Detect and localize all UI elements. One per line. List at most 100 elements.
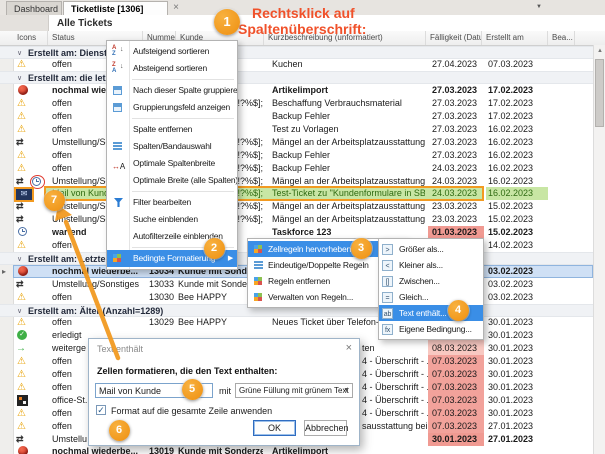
menu-item-gruppierungsfeld-anzeigen[interactable]: Gruppierungsfeld anzeigen <box>107 99 237 116</box>
description-cell: Beschaffung Verbrauchsmaterial <box>272 97 425 110</box>
format-style-select[interactable]: Grüne Füllung mit grünem Text▼ <box>235 383 353 398</box>
table-row[interactable]: ⚠offen!?%$];Backup Fehler24.03.202316.02… <box>0 162 605 175</box>
step-badge-2: 2 <box>204 238 225 259</box>
created-date-cell: 27.01.2023 <box>488 433 548 446</box>
conditional-format-icon <box>254 245 262 253</box>
tab-dashboard[interactable]: Dashboard <box>6 1 62 15</box>
created-date-cell: 16.02.2023 <box>488 175 548 188</box>
table-row[interactable]: ✉Mail von Kunde!?%$];Test-Ticket zu "Kun… <box>0 187 605 200</box>
description-cell: Backup Fehler <box>272 110 425 123</box>
warning-icon: ⚠ <box>17 316 26 329</box>
created-date-cell: 03.02.2023 <box>488 291 548 304</box>
menu-item-nach-dieser-spalte-gruppieren[interactable]: Nach dieser Spalte gruppieren <box>107 82 237 99</box>
group-row[interactable]: ∨Erstellt am: die letzt <box>0 71 605 84</box>
column-header-bea[interactable]: Bea... <box>548 31 575 45</box>
menu-item-aufsteigend-sortieren[interactable]: AZ↓Aufsteigend sortieren <box>107 43 237 60</box>
created-date-cell: 14.02.2023 <box>488 239 548 252</box>
close-icon[interactable]: × <box>346 342 352 354</box>
tab-ticketliste[interactable]: Ticketliste [1306] <box>63 1 168 16</box>
swap-arrows-icon: ⇄ <box>16 175 24 188</box>
swap-arrows-icon: ⇄ <box>16 136 24 149</box>
mit-label: mit <box>219 386 231 396</box>
due-date-cell: 27.03.2023 <box>428 84 484 97</box>
table-row[interactable]: nochmal wied...Artikelimport27.03.202317… <box>0 84 605 97</box>
forwarded-icon: → <box>16 342 26 355</box>
menu-item-label: Zellregeln hervorheben <box>268 244 351 254</box>
table-row[interactable]: ⚠offen!?%$];Backup Fehler27.03.202316.02… <box>0 149 605 162</box>
due-date-cell: 07.03.2023 <box>428 355 484 368</box>
menu-item-optimale-spaltenbreite[interactable]: ↔AOptimale Spaltenbreite <box>107 155 237 172</box>
menu-item-label: Optimale Breite (alle Spalten) <box>133 175 237 185</box>
menu-item-absteigend-sortieren[interactable]: ZA↓Absteigend sortieren <box>107 60 237 77</box>
column-header-f-lligkeit-datum[interactable]: Fälligkeit (Datum) <box>426 31 482 45</box>
tab-close-icon[interactable]: × <box>170 2 182 14</box>
menu-item-optimale-breite-alle-spalten[interactable]: Optimale Breite (alle Spalten) <box>107 172 237 189</box>
menu-item-label: Bedingte Formatierung <box>133 253 215 263</box>
cancel-button[interactable]: Abbrechen <box>304 420 347 436</box>
done-check-icon: ✓ <box>17 330 27 340</box>
group-by-icon <box>113 86 122 95</box>
menu-item-label: Filter bearbeiten <box>133 197 191 207</box>
scroll-up-icon[interactable]: ▲ <box>596 47 604 56</box>
due-date-cell: 27.03.2023 <box>428 149 484 162</box>
menu-item-spalte-entfernen[interactable]: Spalte entfernen <box>107 121 237 138</box>
warning-icon: ⚠ <box>17 123 26 136</box>
warning-icon: ⚠ <box>17 368 26 381</box>
menu-item-label: Spalten/Bandauswahl <box>133 141 211 151</box>
rule-type-icon: > <box>382 244 393 255</box>
customer-cell: Kunde mit Sonderzeichen s !?... <box>178 445 263 454</box>
status-cell: Umstellung/Sonstiges <box>52 278 142 291</box>
menu-item-label: Verwalten von Regeln... <box>268 292 353 302</box>
created-date-cell: 03.02.2023 <box>488 278 548 291</box>
table-row[interactable]: ⚠offenBackup Fehler27.03.202317.02.2023 <box>0 110 605 123</box>
cellrule-item-größer-als[interactable]: > Größer als... <box>379 241 483 257</box>
table-row[interactable]: ⇄Umstellung/Son...!?%$];Mängel an der Ar… <box>0 213 605 226</box>
due-date-cell: 07.03.2023 <box>428 368 484 381</box>
created-date-cell: 30.01.2023 <box>488 368 548 381</box>
menu-item-label: Suche einblenden <box>133 214 198 224</box>
customer-cell: Bee HAPPY <box>178 316 263 329</box>
table-row[interactable]: ⇄Umstellung/Son...!?%$];Mängel an der Ar… <box>0 136 605 149</box>
menu-item-filter-bearbeiten[interactable]: Filter bearbeiten <box>107 194 237 211</box>
swap-arrows-icon: ⇄ <box>16 200 24 213</box>
description-cell: Kuchen <box>272 58 425 71</box>
group-panel-icon <box>113 103 122 112</box>
ticket-number-cell: 13029 <box>143 316 174 329</box>
dialog-title: Text enthält <box>97 344 143 354</box>
warning-icon: ⚠ <box>17 58 26 71</box>
ok-button[interactable]: OK <box>253 420 296 436</box>
column-header-erstellt-am[interactable]: Erstellt am <box>482 31 548 45</box>
table-row[interactable]: ⚠offen13029Bee HAPPYNeues Ticket über Te… <box>0 316 605 329</box>
menu-item-spalten-bandauswahl[interactable]: Spalten/Bandauswahl <box>107 138 237 155</box>
table-row[interactable]: ⚠offenTest zu Vorlagen27.03.202316.02.20… <box>0 123 605 136</box>
cellrule-item-eigene-bedingung[interactable]: fxEigene Bedingung... <box>379 321 483 337</box>
column-header-icons[interactable]: Icons <box>13 31 48 45</box>
group-row[interactable]: ∨Erstellt am: Diensta <box>0 46 605 59</box>
table-row[interactable]: ⚠offen!?%$];Beschaffung Verbrauchsmateri… <box>0 97 605 110</box>
cellrule-item-zwischen[interactable]: []Zwischen... <box>379 273 483 289</box>
cellrule-item-gleich[interactable]: =Gleich... <box>379 289 483 305</box>
warning-icon: ⚠ <box>17 149 26 162</box>
cellrule-item-kleiner-als[interactable]: <Kleiner als... <box>379 257 483 273</box>
submenu-arrow-icon: ▶ <box>228 250 233 267</box>
created-date-cell: 07.03.2023 <box>488 58 548 71</box>
table-row[interactable]: ⚠offenKuchen27.04.202307.03.2023 <box>0 58 605 71</box>
rule-type-icon: [] <box>382 276 393 287</box>
swap-arrows-icon: ⇄ <box>16 213 24 226</box>
swap-arrows-icon: ⇄ <box>16 278 24 291</box>
apply-whole-row-checkbox[interactable]: ✓ <box>96 405 106 415</box>
table-row[interactable]: ⇄Umstellung/Son...!?%$];Mängel an der Ar… <box>0 200 605 213</box>
menu-item-label: Eindeutige/Doppelte Regeln <box>268 260 369 270</box>
unique-rules-icon <box>254 261 263 270</box>
due-date-cell: 07.03.2023 <box>428 394 484 407</box>
scrollbar-thumb[interactable] <box>595 59 604 127</box>
menu-item-label: Größer als... <box>399 244 444 254</box>
status-cell: offen <box>52 291 142 304</box>
menu-item-suche-einblenden[interactable]: Suche einblenden <box>107 211 237 228</box>
created-date-cell: 15.02.2023 <box>488 200 548 213</box>
warning-icon: ⚠ <box>17 291 26 304</box>
red-circle-annotation <box>30 175 45 189</box>
table-row[interactable]: nochmal wiederbe...13019Kunde mit Sonder… <box>0 445 605 454</box>
vertical-scrollbar[interactable]: ▲ <box>593 45 605 454</box>
row-expand-icon[interactable]: ▸ <box>2 265 6 278</box>
